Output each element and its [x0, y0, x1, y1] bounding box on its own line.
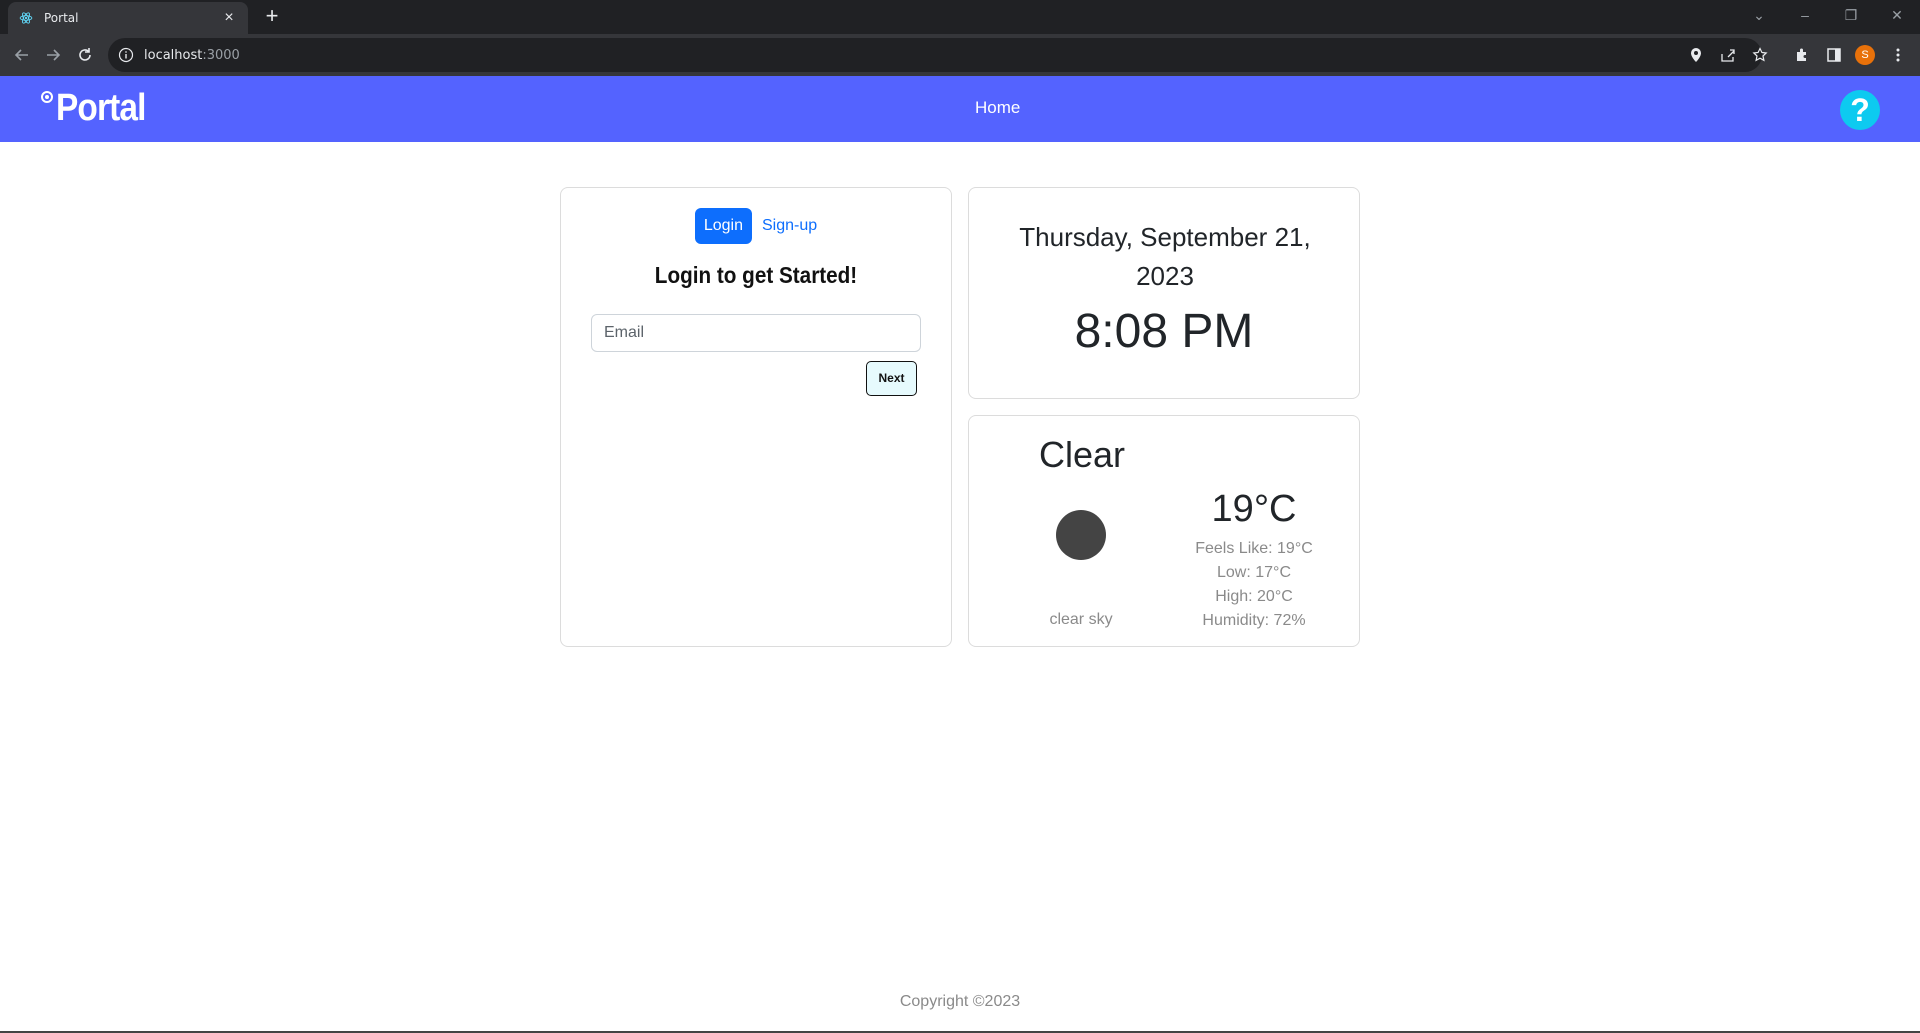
high-temp: High: 20°C	[1215, 588, 1293, 605]
email-field[interactable]	[591, 314, 921, 352]
forward-arrow-icon[interactable]	[41, 43, 65, 67]
weather-description: clear sky	[1049, 611, 1113, 628]
more-menu-icon[interactable]	[1886, 43, 1910, 67]
weather-condition: Clear	[1039, 434, 1126, 475]
tab-title: Portal	[44, 11, 79, 25]
side-panel-icon[interactable]	[1822, 43, 1846, 67]
bookmark-star-icon[interactable]	[1746, 38, 1774, 72]
extensions-puzzle-icon[interactable]	[1790, 43, 1814, 67]
browser-tab-bar: Portal × + ⌄ – ❐ ✕	[0, 0, 1920, 34]
current-time: 8:08 PM	[1074, 305, 1254, 358]
weather-card: Clear clear sky 19°C Feels Like: 19°C Lo…	[968, 415, 1360, 647]
browser-tab[interactable]: Portal ×	[8, 2, 248, 34]
help-icon[interactable]: ?	[1840, 90, 1880, 130]
feels-like: Feels Like: 19°C	[1195, 540, 1313, 557]
next-button[interactable]: Next	[866, 361, 917, 396]
footer-copyright: Copyright ©2023	[899, 993, 1021, 1010]
react-favicon-icon	[18, 10, 34, 26]
tab-search-icon[interactable]: ⌄	[1744, 4, 1774, 28]
humidity: Humidity: 72%	[1202, 612, 1306, 629]
profile-avatar[interactable]: S	[1853, 43, 1877, 67]
back-arrow-icon[interactable]	[10, 43, 34, 67]
new-tab-button[interactable]: +	[260, 5, 284, 29]
tab-login[interactable]: Login	[694, 208, 752, 244]
restore-button[interactable]: ❐	[1836, 4, 1866, 28]
brand-name: Portal	[56, 87, 146, 129]
share-icon[interactable]	[1714, 38, 1742, 72]
minimize-button[interactable]: –	[1790, 4, 1820, 28]
tab-close-icon[interactable]: ×	[220, 9, 238, 27]
app-navbar: Portal Home ?	[0, 76, 1920, 142]
profile-initial: S	[1855, 45, 1875, 65]
login-heading: Login to get Started!	[654, 262, 858, 288]
address-bar[interactable]: localhost:3000	[108, 38, 1768, 72]
url-host: localhost	[144, 47, 203, 63]
current-date: Thursday, September 21, 2023	[1019, 222, 1311, 291]
clock-card: Thursday, September 21, 2023 8:08 PM	[968, 187, 1360, 399]
brand-logo-link[interactable]: Portal	[40, 86, 158, 130]
url-port: :3000	[202, 47, 240, 63]
tab-signup[interactable]: Sign-up	[762, 217, 817, 235]
nav-home-link[interactable]: Home	[975, 98, 1020, 118]
close-window-button[interactable]: ✕	[1882, 4, 1912, 28]
auth-tabs: Login Sign-up	[561, 208, 951, 244]
login-card: Login Sign-up Login to get Started! Next	[560, 187, 952, 647]
clear-sky-icon	[1056, 510, 1106, 560]
location-icon[interactable]	[1682, 38, 1710, 72]
brand-spiral-icon	[40, 90, 54, 104]
site-info-icon[interactable]	[118, 47, 134, 63]
browser-toolbar: localhost:3000 S	[0, 34, 1920, 76]
temperature: 19°C	[1211, 488, 1297, 530]
low-temp: Low: 17°C	[1217, 564, 1291, 581]
reload-icon[interactable]	[73, 43, 97, 67]
